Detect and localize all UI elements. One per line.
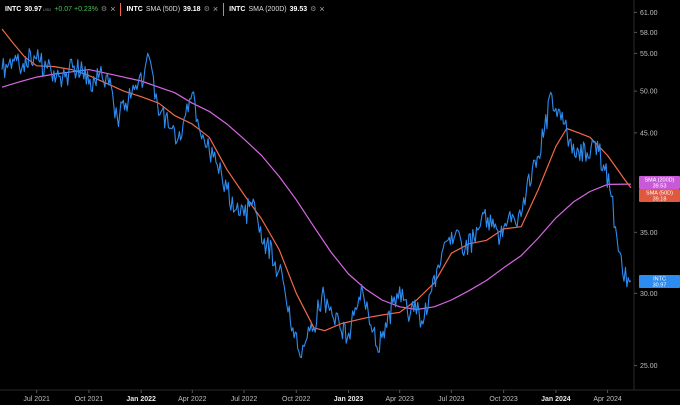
legend-item-sma50[interactable]: INTC SMA (50D) 39.18 ⚙ × [121,0,223,18]
close-icon[interactable]: × [110,4,115,14]
x-tick-label: Apr 2024 [593,396,622,403]
price-chart[interactable]: 61.00 58.00 55.00 50.00 45.00 35.00 30.00 25.00… [0,0,680,405]
legend-price-symbol: INTC [5,5,22,13]
x-tick-label: Jul 2022 [231,396,258,403]
legend-item-price[interactable]: INTC 30.97 USD +0.07 +0.23% ⚙ × [0,0,120,18]
chart-legend: INTC 30.97 USD +0.07 +0.23% ⚙ × INTC SMA… [0,0,330,18]
settings-icon[interactable]: ⚙ [204,5,210,13]
price-tag: SMA (50D)39.18 [639,189,680,203]
y-tick-label: 61.00 [640,10,658,17]
legend-sma200-name: SMA (200D) [248,5,287,13]
y-tick-label: 55.00 [640,51,658,58]
x-tick-label: Jul 2021 [23,396,50,403]
legend-sma50-value: 39.18 [183,5,201,13]
x-tick-label: Jan 2023 [334,396,364,403]
price-tag: INTC30.97 [639,275,680,289]
legend-sma50-symbol: INTC [126,5,143,13]
legend-item-sma200[interactable]: INTC SMA (200D) 39.53 ⚙ × [224,0,330,18]
x-tick-label: Oct 2021 [75,396,104,403]
price-tag-value: 30.97 [653,283,667,289]
y-tick-label: 45.00 [640,130,658,137]
x-tick-label: Jan 2024 [541,396,571,403]
x-axis[interactable]: Jul 2021 Oct 2021 Jan 2022 Apr 2022 Jul 2022… [0,389,680,403]
price-tag-value: 39.53 [653,184,667,190]
legend-sma200-symbol: INTC [229,5,246,13]
series-line-sma-200d [1,69,631,311]
y-tick-label: 25.00 [640,363,658,370]
legend-price-change: +0.07 +0.23% [54,5,98,13]
x-tick-label: Apr 2022 [178,396,207,403]
series-line-sma-50d [1,28,632,332]
legend-sma50-name: SMA (50D) [145,5,181,13]
x-tick-label: Oct 2022 [282,396,311,403]
legend-price-value: 30.97 [24,5,42,13]
y-tick-label: 58.00 [640,30,658,37]
y-tick-label: 35.00 [640,230,658,237]
settings-icon[interactable]: ⚙ [310,5,316,13]
legend-sma200-value: 39.53 [289,5,308,13]
close-icon[interactable]: × [213,4,218,14]
price-tag-value: 39.18 [653,197,667,203]
y-tick-label: 30.00 [640,291,658,298]
y-tick-label: 50.00 [640,89,658,96]
close-icon[interactable]: × [319,4,324,14]
price-tag: SMA (200D)39.53 [639,176,680,190]
legend-price-currency: USD [42,6,52,12]
settings-icon[interactable]: ⚙ [101,5,107,13]
x-tick-label: Apr 2023 [385,396,414,403]
plot-area[interactable] [1,28,632,359]
x-tick-label: Jan 2022 [126,396,156,403]
series-line-intc [1,48,632,359]
x-tick-label: Jul 2023 [438,396,465,403]
x-tick-label: Oct 2023 [489,396,518,403]
